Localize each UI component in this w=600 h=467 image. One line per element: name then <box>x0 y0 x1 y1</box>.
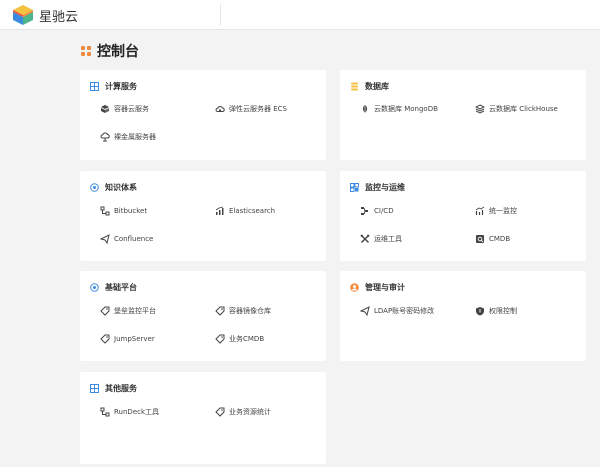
platform-icon <box>90 283 99 292</box>
branch-icon <box>100 407 110 417</box>
service-container-cloud[interactable]: 容器云服务 <box>100 104 149 114</box>
card-header: 管理与审计 <box>350 282 405 293</box>
card-title: 数据库 <box>365 82 389 91</box>
cloud-server-icon <box>215 104 225 114</box>
service-confluence[interactable]: Confluence <box>100 234 153 244</box>
service-resource-stats[interactable]: 业务资源统计 <box>215 407 271 417</box>
grid-icon <box>90 82 99 91</box>
card-ops: 监控与运维 CI/CD 统一监控 运维工具 CMDB <box>340 171 586 261</box>
trend-icon <box>475 206 485 216</box>
cloud-icon <box>100 132 110 142</box>
tools-icon <box>360 234 370 244</box>
mongodb-icon <box>360 104 370 114</box>
card-other: 其他服务 RunDeck工具 业务资源统计 <box>80 372 326 464</box>
monitor-icon <box>350 183 359 192</box>
database-icon <box>350 82 359 91</box>
logo-icon[interactable] <box>12 4 34 26</box>
page-title: 控制台 <box>81 41 139 61</box>
apps-icon <box>90 384 99 393</box>
card-header: 监控与运维 <box>350 182 405 193</box>
dashboard-icon <box>81 46 91 56</box>
search-doc-icon <box>475 234 485 244</box>
tag-icon <box>100 334 110 344</box>
tag-icon <box>215 407 225 417</box>
tag-icon <box>100 306 110 316</box>
send-icon <box>360 306 370 316</box>
header-divider <box>220 4 221 26</box>
shield-icon <box>475 306 485 316</box>
top-bar: 星驰云 <box>0 0 600 30</box>
card-platform: 基础平台 堡垒监控平台 容器镜像仓库 JumpServer 业务CMDB <box>80 271 326 361</box>
card-title: 管理与审计 <box>365 283 405 292</box>
service-cmdb[interactable]: CMDB <box>475 234 510 244</box>
service-image-registry[interactable]: 容器镜像仓库 <box>215 306 271 316</box>
send-icon <box>100 234 110 244</box>
knowledge-icon <box>90 183 99 192</box>
service-ops-tools[interactable]: 运维工具 <box>360 234 402 244</box>
user-circle-icon <box>350 283 359 292</box>
chart-icon <box>215 206 225 216</box>
card-compute: 计算服务 容器云服务 弹性云服务器 ECS 裸金属服务器 <box>80 70 326 160</box>
service-bastion-monitor[interactable]: 堡垒监控平台 <box>100 306 156 316</box>
card-database: 数据库 云数据库 MongoDB 云数据库 ClickHouse <box>340 70 586 160</box>
service-clickhouse[interactable]: 云数据库 ClickHouse <box>475 104 558 114</box>
service-bare-metal[interactable]: 裸金属服务器 <box>100 132 156 142</box>
service-jumpserver[interactable]: JumpServer <box>100 334 155 344</box>
service-bitbucket[interactable]: Bitbucket <box>100 206 147 216</box>
brand-name[interactable]: 星驰云 <box>39 6 78 25</box>
tag-icon <box>215 334 225 344</box>
stack-icon <box>475 104 485 114</box>
card-title: 监控与运维 <box>365 183 405 192</box>
card-title: 其他服务 <box>105 384 137 393</box>
card-header: 数据库 <box>350 81 389 92</box>
cube-icon <box>100 104 110 114</box>
card-audit: 管理与审计 LDAP账号密码修改 权限控制 <box>340 271 586 361</box>
card-header: 基础平台 <box>90 282 137 293</box>
service-rundeck[interactable]: RunDeck工具 <box>100 407 159 417</box>
service-mongodb[interactable]: 云数据库 MongoDB <box>360 104 438 114</box>
tag-icon <box>215 306 225 316</box>
card-knowledge: 知识体系 Bitbucket Elasticsearch Confluence <box>80 171 326 261</box>
service-ecs[interactable]: 弹性云服务器 ECS <box>215 104 287 114</box>
service-cicd[interactable]: CI/CD <box>360 206 394 216</box>
service-ldap-password[interactable]: LDAP账号密码修改 <box>360 306 434 316</box>
service-unified-monitoring[interactable]: 统一监控 <box>475 206 517 216</box>
pipeline-icon <box>360 206 370 216</box>
branch-icon <box>100 206 110 216</box>
card-title: 知识体系 <box>105 183 137 192</box>
card-header: 计算服务 <box>90 81 137 92</box>
card-header: 其他服务 <box>90 383 137 394</box>
service-business-cmdb[interactable]: 业务CMDB <box>215 334 264 344</box>
page-title-text: 控制台 <box>97 44 139 60</box>
card-title: 计算服务 <box>105 82 137 91</box>
service-elasticsearch[interactable]: Elasticsearch <box>215 206 275 216</box>
service-permission-control[interactable]: 权限控制 <box>475 306 517 316</box>
card-title: 基础平台 <box>105 283 137 292</box>
card-header: 知识体系 <box>90 182 137 193</box>
